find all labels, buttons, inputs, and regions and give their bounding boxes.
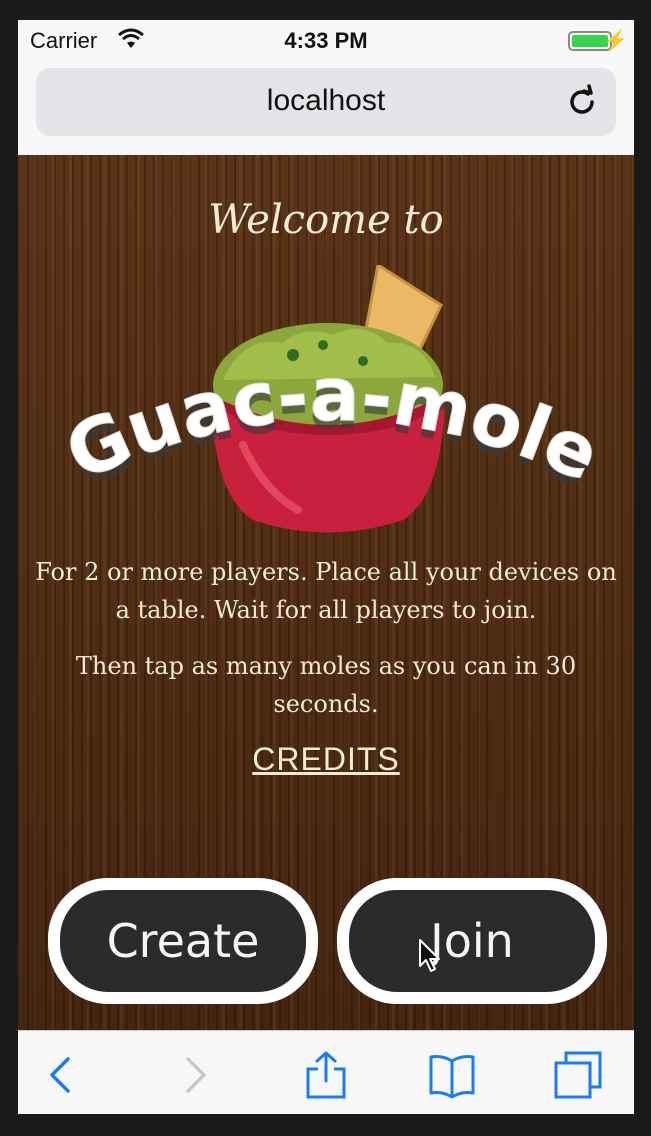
bookmarks-icon[interactable] (428, 1051, 476, 1099)
back-icon[interactable] (36, 1051, 84, 1099)
game-area: Welcome to Guac-a-mole Guac-a-mole For 2… (18, 155, 634, 1030)
welcome-heading: Welcome to (208, 197, 444, 243)
credits-link[interactable]: CREDITS (18, 741, 634, 778)
status-bar: Carrier 4:33 PM ⚡ (18, 20, 634, 62)
intro-text-instructions: Then tap as many moles as you can in 30 … (75, 652, 577, 718)
intro-text-players: For 2 or more players. Place all your de… (35, 558, 617, 624)
charging-bolt-icon: ⚡ (603, 30, 628, 52)
create-button[interactable]: Create (48, 878, 318, 1004)
tabs-icon[interactable] (554, 1051, 602, 1099)
clock: 4:33 PM (284, 28, 368, 53)
join-button[interactable]: Join (337, 878, 607, 1004)
reload-icon[interactable] (562, 82, 602, 122)
browser-toolbar (18, 1030, 634, 1114)
address-bar[interactable]: localhost (36, 68, 616, 136)
mouse-cursor-icon (419, 939, 440, 972)
game-logo: Guac-a-mole Guac-a-mole (53, 351, 612, 495)
phone-screen: Carrier 4:33 PM ⚡ localhost Welcome to G… (18, 20, 634, 1114)
forward-icon[interactable] (172, 1051, 220, 1099)
url-text: localhost (266, 84, 386, 117)
svg-text:Guac-a-mole: Guac-a-mole (54, 352, 612, 495)
share-icon[interactable] (302, 1051, 350, 1099)
